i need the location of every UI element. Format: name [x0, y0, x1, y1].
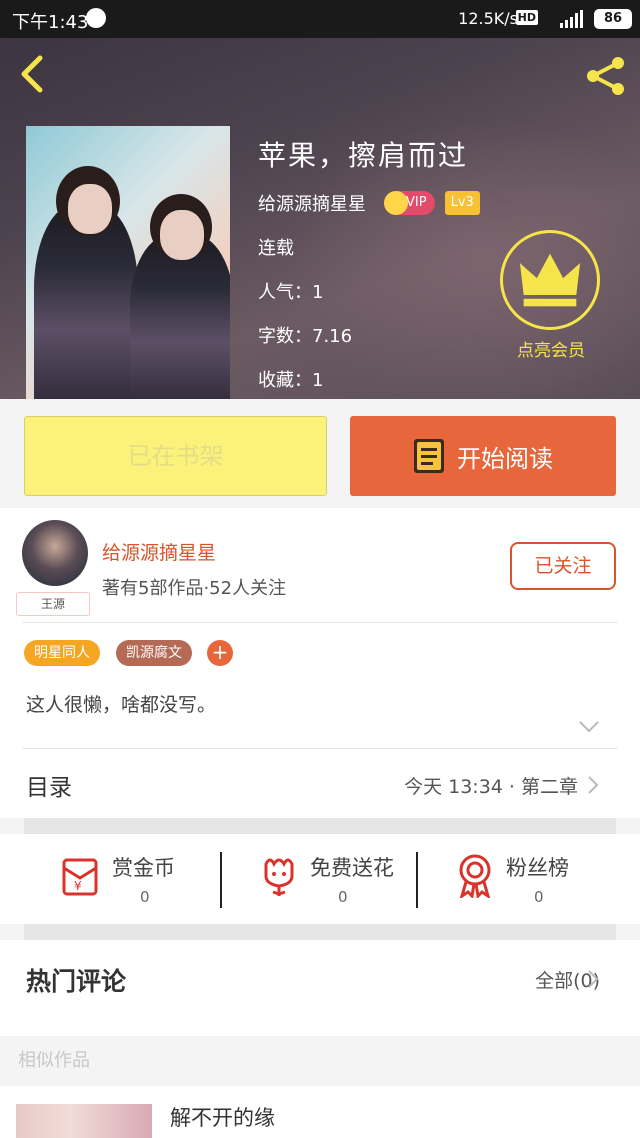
start-reading-label: 开始阅读: [457, 444, 553, 473]
red-envelope-icon: ¥: [62, 858, 98, 896]
similar-work-item[interactable]: 解不开的缘: [0, 1086, 640, 1138]
add-tag-button[interactable]: +: [207, 640, 233, 666]
divider: [22, 622, 618, 623]
hot-comments-row[interactable]: 热门评论 全部(0): [0, 940, 640, 1036]
flower-icon: [264, 858, 294, 896]
book-header: 苹果，擦肩而过 给源源摘星星 VIP Lv3 连载 人气：1 字数：7.16 收…: [0, 38, 640, 399]
status-bar: 下午1:43 12.5K/s HD 86: [0, 0, 640, 38]
author-stats: 著有5部作品·52人关注: [102, 578, 287, 599]
reward-row: ¥ 赏金币 0 免费送花 0 粉丝榜 0: [0, 834, 640, 924]
tag-kaiyuan[interactable]: 凯源腐文: [116, 640, 192, 666]
status-time: 下午1:43: [12, 12, 89, 33]
toc-label: 目录: [26, 775, 72, 801]
start-reading-button[interactable]: 开始阅读: [350, 416, 616, 496]
send-flower-label: 免费送花: [310, 856, 394, 880]
send-flower-count: 0: [338, 888, 348, 906]
chevron-right-icon: [588, 776, 599, 794]
similar-work-title: 解不开的缘: [170, 1106, 275, 1130]
fan-rank-button[interactable]: 粉丝榜 0: [418, 848, 608, 918]
medal-icon: [459, 854, 491, 898]
book-cover-image[interactable]: [26, 126, 230, 399]
follow-button[interactable]: 已关注: [510, 542, 616, 590]
book-title: 苹果，擦肩而过: [258, 139, 469, 172]
app-notification-icon: [86, 8, 106, 28]
section-divider: [24, 818, 616, 834]
hot-comments-label: 热门评论: [26, 967, 127, 996]
chevron-right-icon: [588, 970, 599, 988]
vip-crown-button[interactable]: [500, 230, 600, 330]
avatar-tag: 王源: [16, 592, 90, 616]
reward-coins-button[interactable]: ¥ 赏金币 0: [24, 848, 214, 918]
vip-badge: VIP: [384, 191, 435, 215]
crown-icon: [519, 253, 581, 307]
chevron-down-icon[interactable]: [578, 720, 600, 734]
author-card: 王源 给源源摘星星 著有5部作品·52人关注 已关注 明星同人 凯源腐文 + 这…: [0, 508, 640, 748]
back-arrow-icon[interactable]: [14, 52, 50, 96]
serial-status: 连载: [258, 238, 294, 259]
author-name[interactable]: 给源源摘星星: [102, 538, 216, 565]
similar-work-thumbnail: [16, 1104, 152, 1138]
similar-works-label: 相似作品: [18, 1050, 90, 1071]
book-icon: [414, 439, 444, 473]
favorites-count: 收藏：1: [258, 370, 324, 391]
svg-text:¥: ¥: [74, 879, 82, 893]
popularity: 人气：1: [258, 282, 324, 303]
tag-celebrity-fanfic[interactable]: 明星同人: [24, 640, 100, 666]
hd-icon: HD: [515, 10, 538, 25]
latest-chapter: 今天 13:34 · 第二章: [404, 776, 578, 798]
book-author-row: 给源源摘星星 VIP Lv3: [258, 190, 480, 216]
share-icon[interactable]: [584, 54, 628, 98]
section-divider: [24, 924, 616, 940]
fan-rank-label: 粉丝榜: [506, 856, 569, 880]
network-speed: 12.5K/s: [458, 9, 518, 28]
fan-rank-count: 0: [534, 888, 544, 906]
author-avatar[interactable]: [22, 520, 88, 586]
word-count: 字数：7.16: [258, 326, 353, 347]
in-bookshelf-button[interactable]: 已在书架: [24, 416, 327, 496]
crown-icon: [384, 191, 408, 215]
reward-coins-label: 赏金币: [112, 856, 175, 880]
book-author[interactable]: 给源源摘星星: [258, 190, 366, 216]
table-of-contents-row[interactable]: 目录 今天 13:34 · 第二章: [0, 748, 640, 818]
author-bio: 这人很懒，啥都没写。: [26, 694, 217, 716]
send-flower-button[interactable]: 免费送花 0: [222, 848, 412, 918]
vip-badge-label[interactable]: 点亮会员: [496, 336, 606, 361]
level-badge: Lv3: [444, 191, 480, 215]
signal-icon: [560, 10, 583, 28]
reward-coins-count: 0: [140, 888, 150, 906]
battery-icon: 86: [594, 9, 632, 29]
